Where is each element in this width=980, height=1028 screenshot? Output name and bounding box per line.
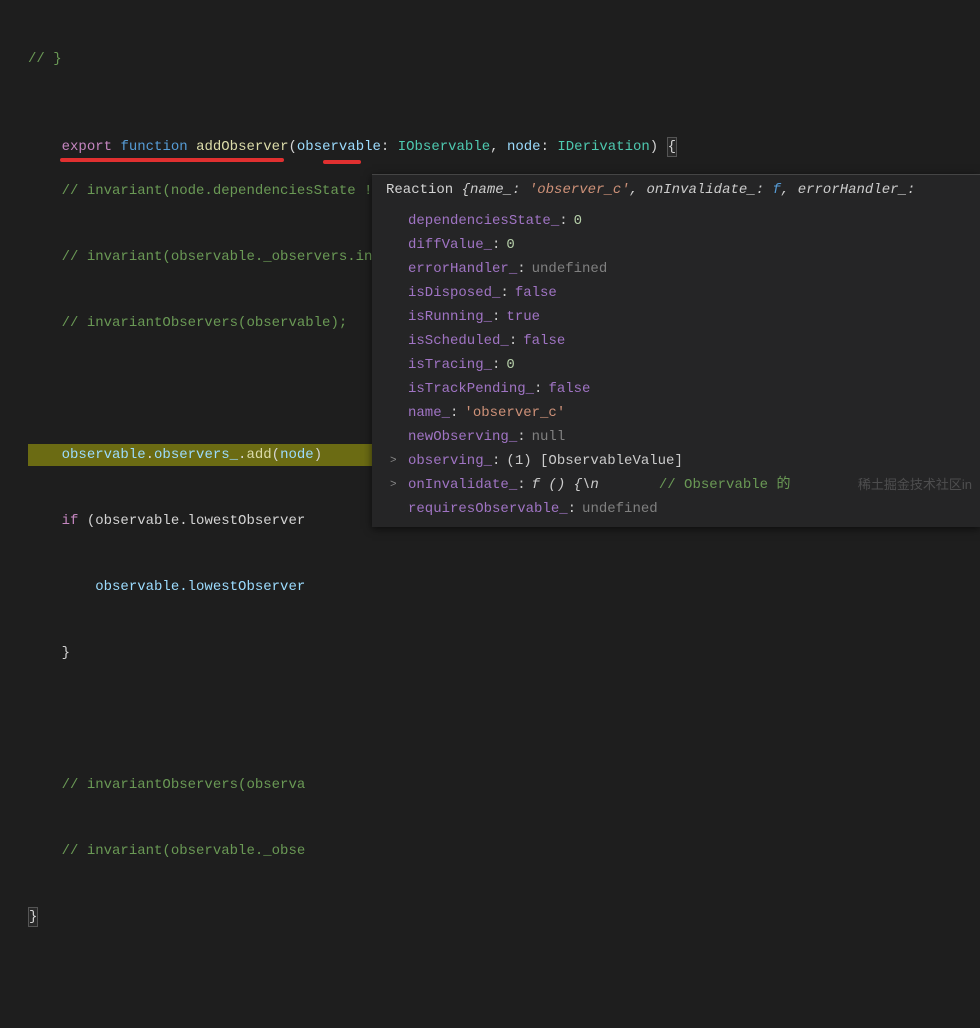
property-key: diffValue_ [408, 234, 492, 256]
property-key: isTracing_ [408, 354, 492, 376]
property-key: newObserving_ [408, 426, 517, 448]
tooltip-row-isTracing_: isTracing_: 0 [372, 353, 980, 377]
property-key: requiresObservable_ [408, 498, 568, 520]
property-key: dependenciesState_ [408, 210, 559, 232]
annotation-underline [60, 158, 284, 162]
property-value: 0 [506, 354, 514, 376]
property-key: observing_ [408, 450, 492, 472]
property-key: isScheduled_ [408, 330, 509, 352]
fn-addObserver: addObserver [196, 139, 288, 155]
tooltip-row-diffValue_: diffValue_: 0 [372, 233, 980, 257]
tooltip-row-newObserving_: newObserving_: null [372, 425, 980, 449]
tooltip-row-name_: name_: 'observer_c' [372, 401, 980, 425]
property-value: false [548, 378, 590, 400]
comment: // invariantObservers(observable); [62, 315, 348, 331]
property-value: f () {\n [532, 474, 599, 496]
property-value: undefined [582, 498, 658, 520]
inline-comment: // Observable 的 [659, 474, 791, 496]
property-key: isDisposed_ [408, 282, 500, 304]
property-key: name_ [408, 402, 450, 424]
annotation-underline [323, 160, 361, 164]
matching-brace: } [28, 907, 38, 927]
comment: // invariant(observable._obse [62, 843, 306, 859]
expand-arrow-icon[interactable]: > [390, 450, 397, 472]
comment: // invariantObservers(observa [62, 777, 306, 793]
tooltip-row-isRunning_: isRunning_: true [372, 305, 980, 329]
property-value: 0 [506, 234, 514, 256]
keyword-export: export [62, 139, 112, 155]
tooltip-row-isScheduled_: isScheduled_: false [372, 329, 980, 353]
keyword-function: function [120, 139, 187, 155]
property-key: onInvalidate_ [408, 474, 517, 496]
property-value: null [532, 426, 566, 448]
property-key: isRunning_ [408, 306, 492, 328]
property-key: errorHandler_ [408, 258, 517, 280]
property-value: 0 [574, 210, 582, 232]
property-value: 'observer_c' [464, 402, 565, 424]
comment: // } [28, 51, 62, 67]
property-value: true [506, 306, 540, 328]
tooltip-row-isTrackPending_: isTrackPending_: false [372, 377, 980, 401]
tooltip-header: Reaction {name_: 'observer_c', onInvalid… [372, 175, 980, 207]
property-value: false [523, 330, 565, 352]
tooltip-row-isDisposed_: isDisposed_: false [372, 281, 980, 305]
tooltip-row-errorHandler_: errorHandler_: undefined [372, 257, 980, 281]
property-value: (1) [ObservableValue] [506, 450, 682, 472]
tooltip-row-requiresObservable_: requiresObservable_: undefined [372, 497, 980, 521]
tooltip-row-dependenciesState_: dependenciesState_: 0 [372, 209, 980, 233]
property-value: undefined [532, 258, 608, 280]
property-key: isTrackPending_ [408, 378, 534, 400]
matching-brace: { [667, 137, 677, 157]
property-value: false [515, 282, 557, 304]
tooltip-row-observing_[interactable]: >observing_: (1) [ObservableValue] [372, 449, 980, 473]
expand-arrow-icon[interactable]: > [390, 474, 397, 496]
watermark: 稀土掘金技术社区in [858, 474, 972, 496]
